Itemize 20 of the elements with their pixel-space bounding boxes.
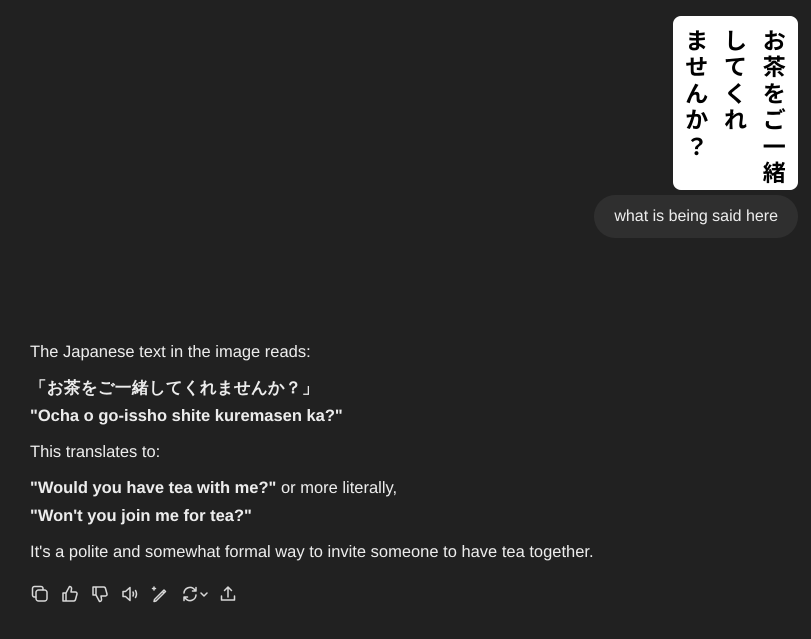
response-text: The Japanese text in the image reads: [30,342,312,363]
share-button[interactable] [218,584,238,604]
vertical-text: してくれ [723,26,748,138]
user-message: what is being said here [594,195,798,238]
response-text: 「お茶をご一緒してくれませんか？」 [30,378,320,399]
thumbs-down-icon [90,584,110,604]
response-text: "Ocha o go-issho shite kuremasen ka?" [30,406,344,427]
response-text: This translates to: [30,442,162,463]
thumbs-up-icon [60,584,80,604]
response-text: "Would you have tea with me?" or more literally, [30,478,398,499]
speaker-button[interactable] [120,584,140,604]
vertical-text: ませんか？ [684,26,710,164]
thumbs-up-button[interactable] [60,584,80,604]
thumbs-down-button[interactable] [90,584,110,604]
copy-button[interactable] [30,584,50,604]
share-icon [218,584,238,604]
speaker-icon [120,584,140,604]
response-text: "Won't you join me for tea?" [30,506,253,527]
response-text: It's a polite and somewhat formal way to invite someone to have tea together. [30,542,595,563]
copy-icon [30,584,50,604]
